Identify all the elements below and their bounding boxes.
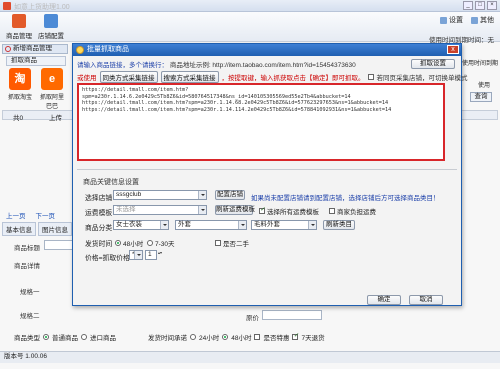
window-controls: _ □ ×: [463, 1, 497, 10]
dialog-titlebar: 批量抓取商品 x: [73, 44, 461, 56]
price-field[interactable]: [262, 310, 322, 320]
gear-icon: [440, 16, 447, 24]
app-icon: [3, 2, 11, 10]
title-label: 商品标题: [14, 245, 40, 252]
close-window-button[interactable]: ×: [487, 1, 497, 10]
all-freight-checkbox[interactable]: [259, 206, 265, 214]
price-formula-label: 价格=抓取价格: [85, 255, 130, 262]
grid-icon: [471, 16, 478, 24]
price-multiplier-input[interactable]: 1: [145, 250, 163, 260]
category3-select[interactable]: 毛料外套: [251, 220, 317, 230]
fetch-taobao-button[interactable]: 淘 抓取淘宝: [6, 68, 34, 102]
title-field[interactable]: [44, 240, 74, 250]
minimize-button[interactable]: _: [463, 1, 473, 10]
next-page-link[interactable]: 下一页: [36, 210, 56, 220]
ship-48h-option[interactable]: [115, 240, 121, 246]
col-upload: 上传: [49, 115, 62, 122]
import-goods-radio[interactable]: [81, 334, 87, 340]
tab-basic-info[interactable]: 基本信息: [2, 222, 36, 236]
goods-icon: [12, 14, 26, 28]
chevron-down-icon: [308, 221, 316, 229]
main-toolbar: 商品管理 店铺配置 设置 其他 使用时间到期时间：无: [0, 12, 500, 44]
category2-select[interactable]: 外套: [175, 220, 247, 230]
select-shop-label: 选择店铺: [85, 195, 113, 202]
shop-select[interactable]: sssgclub: [113, 190, 207, 200]
sametype-collect-button[interactable]: 同类方式采集链接: [99, 71, 158, 83]
maximize-button[interactable]: □: [475, 1, 485, 10]
app-titlebar: 如意上货助理1.00 _ □ ×: [0, 0, 500, 12]
special-offer-checkbox[interactable]: [254, 334, 261, 340]
attr2-label: 规格二: [20, 313, 40, 320]
url-input-hint: 请输入商品链接，多个请换行： 商品地址示例: http://item.taoba…: [77, 62, 356, 69]
query-button[interactable]: 查询: [470, 92, 492, 102]
config-shop-button[interactable]: 配置店铺: [215, 190, 245, 200]
dialog-gear-icon: [76, 46, 84, 54]
status-bar: 版本号 1.00.06: [0, 351, 500, 363]
ship-7-30-option[interactable]: [147, 240, 153, 246]
refresh-freight-button[interactable]: 刷新运费模板: [215, 205, 255, 215]
detail-label: 商品详情: [14, 263, 40, 270]
category-label: 商品分类: [85, 225, 113, 232]
shop-config-button[interactable]: 店铺配置: [36, 14, 66, 40]
first-page-checkbox[interactable]: [367, 74, 374, 80]
close-tab-icon[interactable]: [5, 46, 11, 52]
second-hand-checkbox[interactable]: [215, 240, 221, 246]
freight-label: 运费模板: [85, 210, 113, 217]
app-title: 如意上货助理1.00: [14, 4, 70, 11]
chevron-down-icon: [198, 206, 206, 214]
chevron-down-icon: [134, 251, 142, 259]
ship-promise-label: 发货时间承诺: [148, 335, 187, 342]
shop-config-icon: [44, 14, 58, 28]
shop-config-note: 如果尚未配置店铺请到配置店铺，选择店铺后方可选择商品类目！: [251, 195, 440, 202]
goods-type-label: 商品类型: [14, 335, 40, 342]
right-expire-text: 使用时间到期: [462, 61, 499, 67]
taobao-logo-icon: 淘: [9, 68, 31, 90]
goods-mgmt-button[interactable]: 商品管理: [4, 14, 34, 40]
refresh-category-button[interactable]: 刷新类目: [323, 220, 355, 230]
tab-goods-mgmt[interactable]: 新增商品管理: [2, 44, 68, 54]
col-count: 共0: [13, 115, 24, 122]
ship-24h-radio[interactable]: [190, 334, 196, 340]
chevron-down-icon: [198, 191, 206, 199]
collect-hint: 或使用 同类方式采集链接 搜索方式采集链接 ，按提取键，输入抓获取点击【确定】即…: [77, 71, 468, 83]
merchant-pay-checkbox[interactable]: [329, 208, 335, 214]
price-label: 原价: [246, 315, 259, 322]
fetch-settings-button[interactable]: 抓取设置: [411, 59, 455, 69]
other-button[interactable]: 其他: [471, 15, 494, 25]
section-divider: [77, 169, 457, 170]
batch-fetch-dialog: 批量抓取商品 x 请输入商品链接，多个请换行： 商品地址示例: http://i…: [72, 43, 468, 306]
ship-time-label: 发货时间: [85, 241, 113, 248]
ok-button[interactable]: 确定: [367, 295, 401, 305]
tab-image-info[interactable]: 图片信息: [38, 222, 72, 236]
chevron-down-icon: [160, 221, 168, 229]
url-textarea[interactable]: https://detail.tmall.com/item.htm? spm=a…: [77, 83, 445, 161]
settings-button[interactable]: 设置: [440, 15, 463, 25]
alibaba-logo-icon: e: [41, 68, 63, 90]
fetch-alibaba-button[interactable]: e 抓取阿里巴巴: [38, 68, 66, 110]
freight-template-select[interactable]: 未选择: [113, 205, 207, 215]
prev-page-link[interactable]: 上一页: [6, 210, 26, 220]
right-use-text: 使用: [478, 83, 491, 89]
attr1-label: 规格一: [20, 289, 40, 296]
dialog-close-button[interactable]: x: [447, 45, 459, 54]
cancel-button[interactable]: 取消: [409, 295, 443, 305]
seven-day-return-checkbox[interactable]: [292, 332, 299, 340]
category1-select[interactable]: 女士衣装: [113, 220, 169, 230]
normal-goods-radio[interactable]: [43, 334, 49, 340]
price-operator-select[interactable]: *: [129, 250, 143, 260]
dialog-title: 批量抓取商品: [87, 46, 129, 53]
chevron-down-icon: [238, 221, 246, 229]
fetch-goods-button[interactable]: 抓取商品: [6, 56, 66, 66]
search-collect-button[interactable]: 搜索方式采集链接: [160, 71, 219, 83]
ship-48h-radio[interactable]: [222, 334, 229, 340]
